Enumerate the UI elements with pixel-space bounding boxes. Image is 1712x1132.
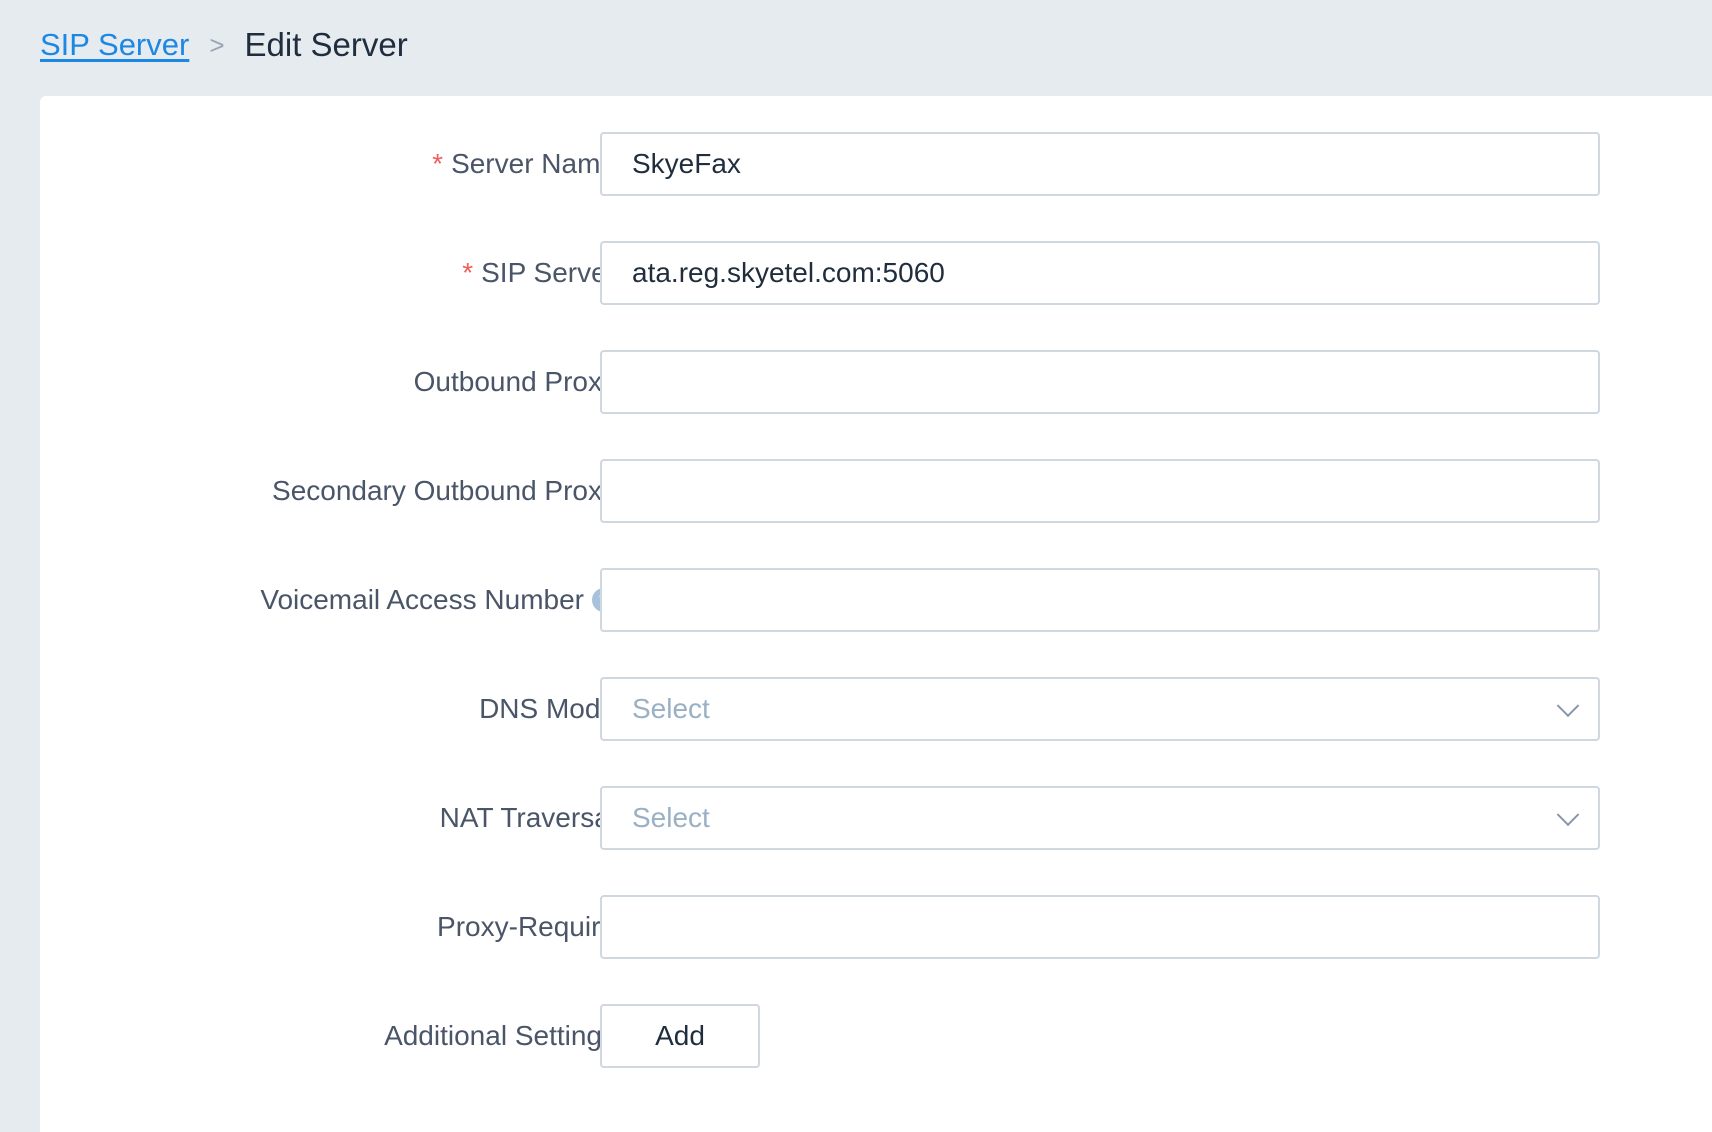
- dns-mode-label: DNS Mode: [479, 677, 616, 741]
- add-button[interactable]: Add: [600, 1004, 760, 1068]
- required-mark: *: [462, 257, 474, 288]
- breadcrumb: SIP Server > Edit Server: [40, 22, 408, 68]
- nat-traversal-label: NAT Traversal: [440, 786, 616, 850]
- server-name-label-text: Server Name: [451, 148, 616, 179]
- outbound-proxy-label-text: Outbound Proxy: [413, 366, 616, 397]
- nat-traversal-placeholder: Select: [632, 802, 710, 833]
- dns-mode-row: DNS Mode Select: [40, 677, 1712, 741]
- chevron-down-icon: [1556, 803, 1580, 827]
- server-name-row: * Server Name SkyeFax: [40, 132, 1712, 196]
- additional-settings-row: Additional Settings Add: [40, 1004, 1712, 1068]
- dns-mode-placeholder: Select: [632, 693, 710, 724]
- outbound-proxy-input[interactable]: [600, 350, 1600, 414]
- sip-server-value: ata.reg.skyetel.com:5060: [632, 257, 945, 288]
- secondary-outbound-proxy-input[interactable]: [600, 459, 1600, 523]
- proxy-require-row: Proxy-Require: [40, 895, 1712, 959]
- secondary-outbound-proxy-label-text: Secondary Outbound Proxy: [272, 475, 616, 506]
- voicemail-access-number-row: Voicemail Access Number ?: [40, 568, 1712, 632]
- breadcrumb-link-sip-server[interactable]: SIP Server: [40, 27, 189, 63]
- voicemail-access-number-label: Voicemail Access Number ?: [260, 568, 616, 632]
- sip-server-label: * SIP Server: [462, 241, 616, 305]
- voicemail-access-number-label-text: Voicemail Access Number: [260, 584, 584, 615]
- nat-traversal-row: NAT Traversal Select: [40, 786, 1712, 850]
- proxy-require-input[interactable]: [600, 895, 1600, 959]
- proxy-require-label: Proxy-Require: [437, 895, 616, 959]
- additional-settings-label-text: Additional Settings: [384, 1020, 616, 1051]
- sip-server-label-text: SIP Server: [481, 257, 616, 288]
- nat-traversal-label-text: NAT Traversal: [439, 802, 616, 833]
- sip-server-input[interactable]: ata.reg.skyetel.com:5060: [600, 241, 1600, 305]
- outbound-proxy-row: Outbound Proxy: [40, 350, 1712, 414]
- chevron-down-icon: [1556, 694, 1580, 718]
- required-mark: *: [432, 148, 444, 179]
- breadcrumb-separator: >: [209, 29, 225, 60]
- server-name-label: * Server Name: [432, 132, 616, 196]
- outbound-proxy-label: Outbound Proxy: [414, 350, 616, 414]
- server-name-input[interactable]: SkyeFax: [600, 132, 1600, 196]
- server-name-value: SkyeFax: [632, 148, 741, 179]
- secondary-outbound-proxy-row: Secondary Outbound Proxy: [40, 459, 1712, 523]
- sip-server-row: * SIP Server ata.reg.skyetel.com:5060: [40, 241, 1712, 305]
- nat-traversal-select[interactable]: Select: [600, 786, 1600, 850]
- page-title: Edit Server: [244, 26, 408, 63]
- additional-settings-label: Additional Settings: [384, 1004, 616, 1068]
- dns-mode-label-text: DNS Mode: [479, 693, 616, 724]
- dns-mode-select[interactable]: Select: [600, 677, 1600, 741]
- voicemail-access-number-input[interactable]: [600, 568, 1600, 632]
- secondary-outbound-proxy-label: Secondary Outbound Proxy: [272, 459, 616, 523]
- proxy-require-label-text: Proxy-Require: [437, 911, 616, 942]
- form-card: * Server Name SkyeFax * SIP Server ata.r…: [40, 96, 1712, 1132]
